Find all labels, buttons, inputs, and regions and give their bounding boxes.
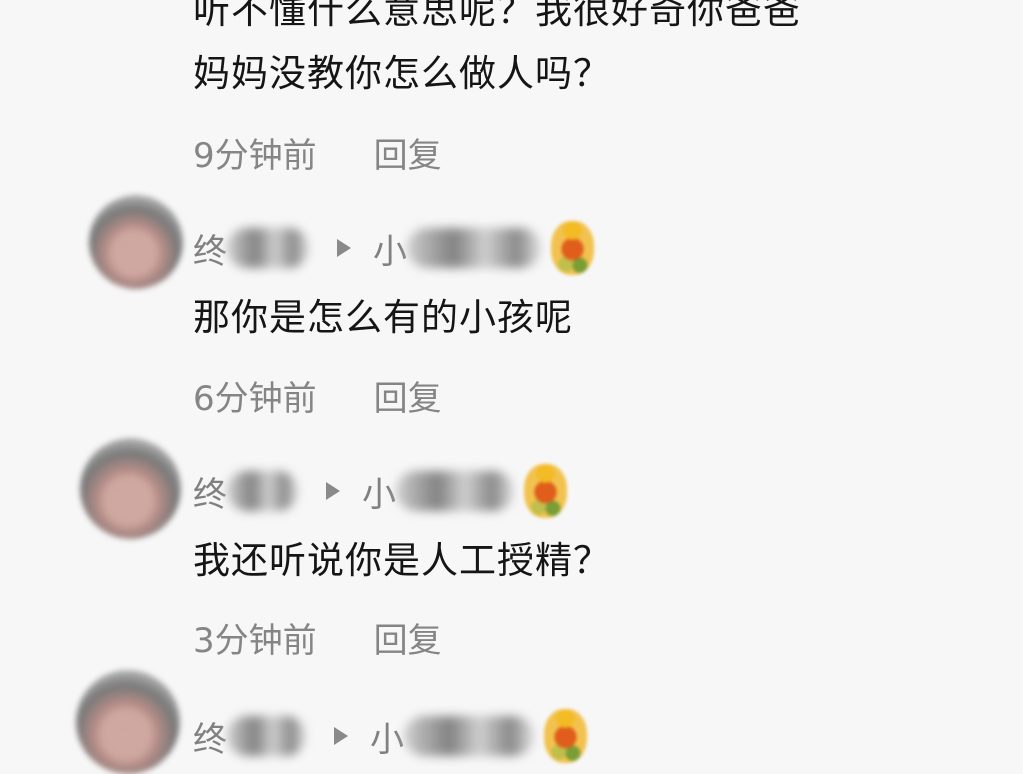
comment-text: 妈妈没教你怎么做人吗？ [193, 52, 611, 95]
author-name-prefix[interactable]: 终 [193, 224, 227, 273]
comment-meta: 9分钟前 回复 [193, 128, 442, 177]
comment-author-row: 终 小 [193, 706, 587, 766]
avatar[interactable] [76, 670, 180, 774]
comment-meta: 3分钟前 回复 [193, 613, 442, 662]
blurred-reply-target-name[interactable] [407, 228, 541, 268]
reply-target-prefix[interactable]: 小 [373, 224, 407, 273]
reply-target-prefix[interactable]: 小 [370, 712, 404, 761]
comment-time: 3分钟前 [193, 620, 317, 661]
comment-text: 那你是怎么有的小孩呢 [193, 296, 573, 339]
comment-author-row: 终 小 [193, 461, 567, 521]
reply-button[interactable]: 回复 [374, 371, 442, 420]
comment-meta: 6分钟前 回复 [193, 371, 442, 420]
comment-time: 6分钟前 [193, 378, 317, 419]
reply-button[interactable]: 回复 [374, 128, 442, 177]
comment-time: 9分钟前 [193, 135, 317, 176]
blurred-reply-target-name[interactable] [404, 716, 534, 756]
reply-target-prefix[interactable]: 小 [362, 467, 396, 516]
comment-text: 我还听说你是人工授精？ [193, 539, 611, 582]
author-name-prefix[interactable]: 终 [193, 467, 227, 516]
blurred-author-name[interactable] [227, 716, 306, 756]
blurred-author-name[interactable] [227, 228, 309, 268]
emoji-badge-icon [544, 709, 587, 763]
play-arrow-icon [334, 727, 348, 745]
play-arrow-icon [337, 239, 351, 257]
avatar[interactable] [80, 438, 181, 539]
comment-thread: 听不懂什么意思呢？我很好奇你爸爸 妈妈没教你怎么做人吗？ 9分钟前 回复 终 小… [0, 0, 1023, 774]
blurred-author-name[interactable] [227, 471, 298, 511]
avatar[interactable] [89, 195, 183, 289]
emoji-badge-icon [551, 221, 594, 275]
reply-button[interactable]: 回复 [374, 613, 442, 662]
play-arrow-icon [326, 482, 340, 500]
comment-text: 听不懂什么意思呢？我很好奇你爸爸 [193, 0, 801, 32]
blurred-reply-target-name[interactable] [396, 471, 514, 511]
emoji-badge-icon [524, 464, 567, 518]
comment-author-row: 终 小 [193, 218, 594, 278]
author-name-prefix[interactable]: 终 [193, 712, 227, 761]
